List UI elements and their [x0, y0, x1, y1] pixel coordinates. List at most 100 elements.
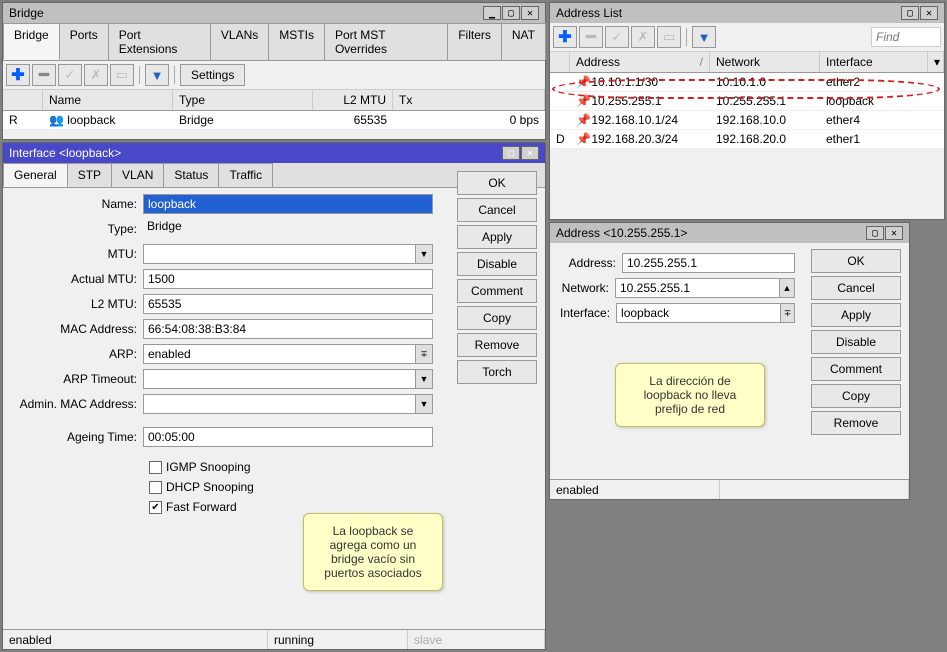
table-row[interactable]: D 📌 192.168.20.3/24 192.168.20.0 ether1	[550, 130, 944, 149]
address-field[interactable]	[622, 253, 795, 273]
remove-button[interactable]: Remove	[457, 333, 537, 357]
add-button[interactable]: ✚	[6, 64, 30, 86]
table-row[interactable]: 📌 10.10.1.1/30 10.10.1.0 ether2	[550, 73, 944, 92]
tab-port-mst-overrides[interactable]: Port MST Overrides	[324, 23, 448, 60]
chevron-down-icon[interactable]: ▼	[415, 394, 433, 414]
tab-ports[interactable]: Ports	[59, 23, 109, 60]
copy-button[interactable]: Copy	[811, 384, 901, 408]
col-menu-icon[interactable]: ▾	[928, 52, 944, 72]
actualmtu-field[interactable]	[143, 269, 433, 289]
addresslist-grid-header: Address / Network Interface ▾	[550, 52, 944, 73]
igmp-checkbox[interactable]	[149, 461, 162, 474]
tab-mstis[interactable]: MSTIs	[268, 23, 325, 60]
tab-stp[interactable]: STP	[67, 163, 112, 187]
ageing-field[interactable]	[143, 427, 433, 447]
close-icon[interactable]: ✕	[521, 6, 539, 20]
apply-button[interactable]: Apply	[457, 225, 537, 249]
filter-icon[interactable]: ▼	[692, 26, 716, 48]
maximize-icon[interactable]: ▢	[502, 6, 520, 20]
enable-icon[interactable]: ✓	[605, 26, 629, 48]
chevron-up-icon[interactable]: ▲	[779, 278, 795, 298]
comment-icon[interactable]: ▭	[657, 26, 681, 48]
adminmac-field[interactable]	[143, 394, 416, 414]
drop-icon[interactable]: ∓	[415, 344, 433, 364]
comment-button[interactable]: Comment	[811, 357, 901, 381]
maximize-icon[interactable]: ▢	[866, 226, 884, 240]
cancel-button[interactable]: Cancel	[457, 198, 537, 222]
col-l2mtu[interactable]: L2 MTU	[313, 90, 393, 110]
pin-icon: 📌	[576, 132, 588, 144]
l2mtu-field[interactable]	[143, 294, 433, 314]
enable-icon[interactable]: ✓	[58, 64, 82, 86]
tab-port-extensions[interactable]: Port Extensions	[108, 23, 211, 60]
name-field[interactable]	[143, 194, 433, 214]
maximize-icon[interactable]: ▢	[901, 6, 919, 20]
cell-l2mtu: 65535	[313, 111, 393, 129]
network-field[interactable]	[615, 278, 780, 298]
address-titlebar[interactable]: Address <10.255.255.1> ▢ ✕	[550, 223, 909, 243]
interface-titlebar[interactable]: Interface <loopback> ▢ ✕	[3, 143, 545, 163]
col-flag[interactable]	[550, 52, 570, 72]
find-input[interactable]	[871, 27, 941, 47]
close-icon[interactable]: ✕	[920, 6, 938, 20]
col-tx[interactable]: Tx	[393, 90, 545, 110]
disable-icon[interactable]: ✗	[631, 26, 655, 48]
address-side-buttons: OK Cancel Apply Disable Comment Copy Rem…	[811, 249, 901, 435]
remove-button[interactable]: ━	[579, 26, 603, 48]
col-network[interactable]: Network	[710, 52, 820, 72]
arptimeout-field[interactable]	[143, 369, 416, 389]
chevron-down-icon[interactable]: ▼	[415, 244, 433, 264]
ok-button[interactable]: OK	[811, 249, 901, 273]
dhcp-checkbox[interactable]	[149, 481, 162, 494]
cell-interface: ether2	[820, 73, 944, 91]
cell-tx: 0 bps	[393, 111, 545, 129]
col-name[interactable]: Name	[43, 90, 173, 110]
close-icon[interactable]: ✕	[885, 226, 903, 240]
disable-icon[interactable]: ✗	[84, 64, 108, 86]
tab-status[interactable]: Status	[163, 163, 219, 187]
minimize-icon[interactable]: ▁	[483, 6, 501, 20]
arptimeout-label: ARP Timeout:	[13, 372, 143, 386]
mtu-field[interactable]	[143, 244, 416, 264]
disable-button[interactable]: Disable	[457, 252, 537, 276]
tab-bridge[interactable]: Bridge	[3, 23, 60, 60]
tab-filters[interactable]: Filters	[447, 23, 502, 60]
tab-nat[interactable]: NAT	[501, 23, 546, 60]
maximize-icon[interactable]: ▢	[502, 146, 520, 160]
copy-button[interactable]: Copy	[457, 306, 537, 330]
tab-general[interactable]: General	[3, 163, 68, 187]
cell-interface: loopback	[820, 92, 944, 110]
tab-vlans[interactable]: VLANs	[210, 23, 269, 60]
fast-checkbox[interactable]: ✔	[149, 501, 162, 514]
disable-button[interactable]: Disable	[811, 330, 901, 354]
filter-icon[interactable]: ▼	[145, 64, 169, 86]
torch-button[interactable]: Torch	[457, 360, 537, 384]
col-type[interactable]: Type	[173, 90, 313, 110]
table-row[interactable]: 📌 10.255.255.1 10.255.255.1 loopback	[550, 92, 944, 111]
table-row[interactable]: 📌 192.168.10.1/24 192.168.10.0 ether4	[550, 111, 944, 130]
tab-vlan[interactable]: VLAN	[111, 163, 164, 187]
cancel-button[interactable]: Cancel	[811, 276, 901, 300]
close-icon[interactable]: ✕	[521, 146, 539, 160]
remove-button[interactable]: ━	[32, 64, 56, 86]
comment-icon[interactable]: ▭	[110, 64, 134, 86]
chevron-down-icon[interactable]: ▼	[415, 369, 433, 389]
arp-field[interactable]	[143, 344, 416, 364]
remove-button[interactable]: Remove	[811, 411, 901, 435]
col-interface[interactable]: Interface	[820, 52, 928, 72]
col-flag[interactable]	[3, 90, 43, 110]
settings-button[interactable]: Settings	[180, 64, 245, 86]
comment-button[interactable]: Comment	[457, 279, 537, 303]
interface-statusbar: enabled running slave	[3, 629, 545, 649]
apply-button[interactable]: Apply	[811, 303, 901, 327]
addresslist-titlebar[interactable]: Address List ▢ ✕	[550, 3, 944, 23]
mac-field[interactable]	[143, 319, 433, 339]
interface-field[interactable]	[616, 303, 781, 323]
drop-icon[interactable]: ∓	[780, 303, 795, 323]
ok-button[interactable]: OK	[457, 171, 537, 195]
add-button[interactable]: ✚	[553, 26, 577, 48]
table-row[interactable]: R 👥 loopback Bridge 65535 0 bps	[3, 111, 545, 130]
tab-traffic[interactable]: Traffic	[218, 163, 273, 187]
bridge-titlebar[interactable]: Bridge ▁ ▢ ✕	[3, 3, 545, 23]
col-address[interactable]: Address /	[570, 52, 710, 72]
